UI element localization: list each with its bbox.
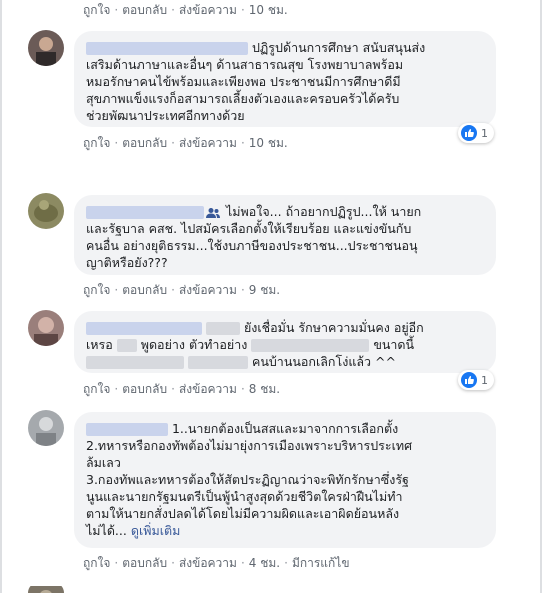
avatar[interactable] (28, 310, 64, 346)
comment-bubble: 1..นายกต้องเป็นสสและมาจากการเลือกตั้ง 2.… (74, 412, 496, 548)
reply-link[interactable]: ตอบกลับ (122, 2, 167, 18)
comment-text: ไม่ได้... (86, 523, 127, 538)
separator: · (240, 3, 245, 17)
separator: · (114, 136, 119, 150)
comment-text: ญาติหรือยัง??? (86, 255, 168, 270)
comment-text: 1..นายกต้องเป็นสสและมาจากการเลือกตั้ง (171, 421, 399, 436)
comment-text: นูนและนายกรัฐมนตรีเป็นพู้นำสูงสุดด้วยชีว… (86, 489, 403, 504)
reaction-count[interactable]: 1 (458, 123, 494, 143)
separator: · (171, 382, 175, 396)
reply-link[interactable]: ตอบกลับ (122, 555, 167, 571)
like-link[interactable]: ถูกใจ (83, 555, 110, 571)
like-link[interactable]: ถูกใจ (83, 282, 110, 298)
comment-actions: ถูกใจ · ตอบกลับ · ส่งข้อความ · 4 ชม. · มีการแก้ไ… (83, 555, 350, 571)
comment-text: หมอรักษาคนไข้พร้อมและเพียงพอ ประชาชนมีกา… (86, 74, 401, 89)
timestamp[interactable]: 9 ชม. (249, 282, 280, 298)
comment-actions: ถูกใจ · ตอบกลับ · ส่งข้อความ · 10 ชม. (83, 135, 288, 151)
commenter-name-redacted[interactable] (86, 42, 248, 55)
comment-text: เสริมด้านภาษาและอื่นๆ ด้านสาธารณสุข โรงพ… (86, 57, 404, 72)
comment-text: ไม่พอใจ... ถ้าอยากปฏิรูป...ให้ นายก (225, 204, 422, 219)
reply-link[interactable]: ตอบกลับ (122, 135, 167, 151)
comment-text: คนบ้านนอกเลิกโง่แล้ว ^^ (251, 354, 396, 369)
message-link[interactable]: ส่งข้อความ (179, 135, 237, 151)
feed-border-right (540, 0, 542, 593)
comment-text: สุขภาพแข็งแรงก็อสามารถเลี้ยงตัวเองและครอ… (86, 91, 400, 106)
separator: · (114, 283, 119, 297)
avatar[interactable] (28, 30, 64, 66)
separator: · (171, 136, 175, 150)
separator: · (171, 556, 175, 570)
reaction-count[interactable]: 1 (458, 370, 494, 390)
comment-text: ล้มเลว (86, 455, 121, 470)
like-link[interactable]: ถูกใจ (83, 381, 110, 397)
avatar[interactable] (28, 410, 64, 446)
separator: · (171, 283, 175, 297)
comment-bubble: ไม่พอใจ... ถ้าอยากปฏิรูป...ให้ นายก และร… (74, 195, 496, 275)
comment-actions: ถูกใจ · ตอบกลับ · ส่งข้อความ · 8 ชม. (83, 381, 280, 397)
message-link[interactable]: ส่งข้อความ (179, 282, 237, 298)
reaction-number: 1 (481, 373, 488, 387)
comment-bubble: ยังเชื่อมั่น รักษาความมั่นคง อยู่อีก เหร… (74, 311, 496, 373)
comment-bubble: ปฏิรูปด้านการศึกษา สนับสนุนส่ง เสริมด้าน… (74, 31, 496, 127)
comment-text: คนอื่น อย่างยุติธรรม...ใช้งบภาษีของประชา… (86, 238, 418, 253)
message-link[interactable]: ส่งข้อความ (179, 381, 237, 397)
timestamp[interactable]: 4 ชม. (249, 555, 280, 571)
separator: · (240, 283, 245, 297)
separator: · (284, 556, 288, 570)
timestamp[interactable]: 10 ชม. (249, 135, 288, 151)
comment-actions: ถูกใจ · ตอบกลับ · ส่งข้อความ · 9 ชม. (83, 282, 280, 298)
timestamp[interactable]: 8 ชม. (249, 381, 280, 397)
comment-text: ตามให้นายกสั่งปลดได้โดยไม่มีความผิดและเอ… (86, 506, 400, 521)
comment-text: เหรอ (86, 337, 113, 352)
feed-border-left (0, 0, 2, 593)
comment-text: ช่วยพัฒนาประเทศอีกทางด้วย (86, 108, 245, 123)
reaction-number: 1 (481, 126, 488, 140)
like-icon (461, 125, 477, 141)
redacted-text (116, 339, 137, 352)
comment-actions: ถูกใจ · ตอบกลับ · ส่งข้อความ · 10 ชม. (83, 2, 288, 18)
message-link[interactable]: ส่งข้อความ (179, 555, 237, 571)
like-link[interactable]: ถูกใจ (83, 2, 110, 18)
commenter-name-redacted[interactable] (86, 322, 202, 335)
redacted-text (251, 339, 370, 352)
message-link[interactable]: ส่งข้อความ (179, 2, 237, 18)
commenter-name-redacted[interactable] (86, 423, 168, 436)
separator: · (171, 3, 175, 17)
redacted-text (187, 356, 248, 369)
separator: · (240, 136, 245, 150)
reply-link[interactable]: ตอบกลับ (122, 381, 167, 397)
separator: · (114, 556, 119, 570)
comment-text: 2.ทหารหรือกองทัพต้องไม่มายุ่งการเมืองเพร… (86, 438, 413, 453)
comment-text: และรัฐบาล คสช. ไปสมัครเลือกตั้งให้เรียบร… (86, 221, 412, 236)
avatar[interactable] (28, 582, 64, 593)
reply-link[interactable]: ตอบกลับ (122, 282, 167, 298)
timestamp[interactable]: 10 ชม. (249, 2, 288, 18)
separator: · (240, 556, 245, 570)
avatar[interactable] (28, 193, 64, 229)
comment-text: พูดอย่าง ตัวทำอย่าง (140, 337, 248, 352)
like-link[interactable]: ถูกใจ (83, 135, 110, 151)
comment-text: ขนาดนี้ (373, 337, 415, 352)
comment-text: ยังเชื่อมั่น รักษาความมั่นคง อยู่อีก (243, 320, 424, 335)
like-icon (461, 372, 477, 388)
friends-icon (206, 207, 220, 218)
separator: · (114, 3, 119, 17)
separator: · (114, 382, 119, 396)
edited-label[interactable]: มีการแก้ไข (292, 555, 350, 571)
see-more-link[interactable]: ดูเพิ่มเติม (131, 523, 181, 538)
commenter-name-redacted[interactable] (86, 206, 204, 219)
separator: · (240, 382, 245, 396)
redacted-text (86, 356, 184, 369)
comment-text: ปฏิรูปด้านการศึกษา สนับสนุนส่ง (251, 40, 426, 55)
comment-text: 3.กองทัพและทหารต้องให้สัตประฏิญาณว่าจะพิ… (86, 472, 409, 487)
redacted-text (205, 322, 240, 335)
